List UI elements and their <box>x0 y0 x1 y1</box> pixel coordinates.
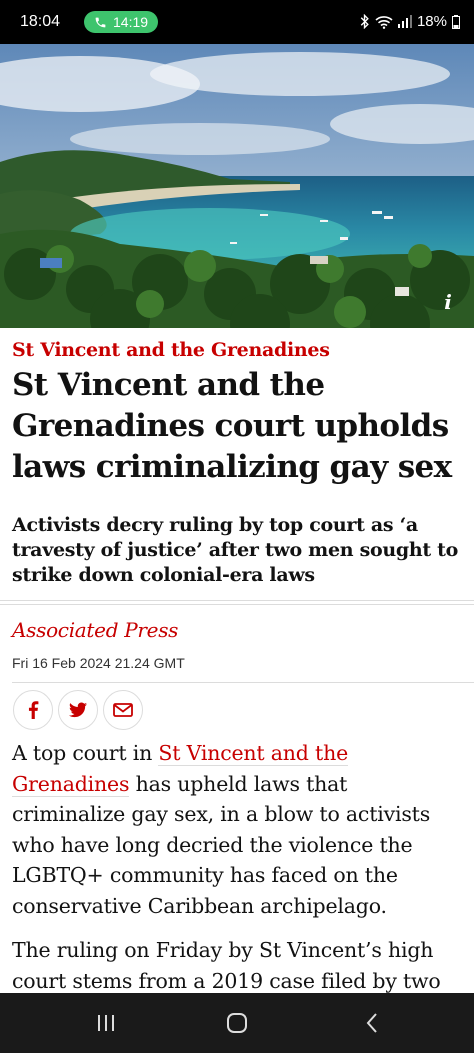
bluetooth-icon <box>360 14 369 29</box>
share-facebook-button[interactable] <box>13 690 53 730</box>
article-paragraph: The ruling on Friday by St Vincent’s hig… <box>12 938 441 993</box>
facebook-icon <box>28 701 39 719</box>
article-standfirst: Activists decry ruling by top court as ‘… <box>12 514 459 586</box>
recent-apps-icon <box>98 1015 114 1031</box>
twitter-icon <box>69 702 87 718</box>
battery-level: 18% <box>416 13 447 30</box>
battery-icon <box>452 14 460 29</box>
byline-link[interactable]: Associated Press <box>12 618 178 642</box>
call-duration: 14:19 <box>113 14 149 30</box>
active-call-pill[interactable]: 14:19 <box>84 11 158 33</box>
paragraph-text: A top court in <box>12 741 159 765</box>
recent-apps-button[interactable] <box>76 1005 136 1041</box>
share-twitter-button[interactable] <box>58 690 98 730</box>
divider <box>0 600 474 601</box>
article-paragraph: A top court in St Vincent and the Grenad… <box>12 738 464 921</box>
share-email-button[interactable] <box>103 690 143 730</box>
bay-landscape-photo <box>0 44 474 328</box>
hero-image[interactable]: i <box>0 44 474 328</box>
status-bar: 18:04 14:19 18% <box>0 0 474 44</box>
back-icon <box>366 1013 377 1033</box>
system-navigation-bar <box>0 993 474 1053</box>
status-time: 18:04 <box>20 13 61 30</box>
back-button[interactable] <box>342 1005 402 1041</box>
article-headline: St Vincent and the Grenadines court upho… <box>12 367 452 485</box>
section-kicker-link[interactable]: St Vincent and the Grenadines <box>12 339 330 361</box>
info-icon[interactable]: i <box>436 290 460 314</box>
publish-date: Fri 16 Feb 2024 21.24 GMT <box>12 655 185 671</box>
divider <box>12 682 474 683</box>
home-icon <box>227 1013 247 1033</box>
signal-icon <box>397 15 412 28</box>
home-button[interactable] <box>207 1005 267 1041</box>
phone-icon <box>95 17 106 27</box>
wifi-icon <box>375 15 393 29</box>
email-icon <box>113 703 133 717</box>
divider <box>0 604 474 605</box>
